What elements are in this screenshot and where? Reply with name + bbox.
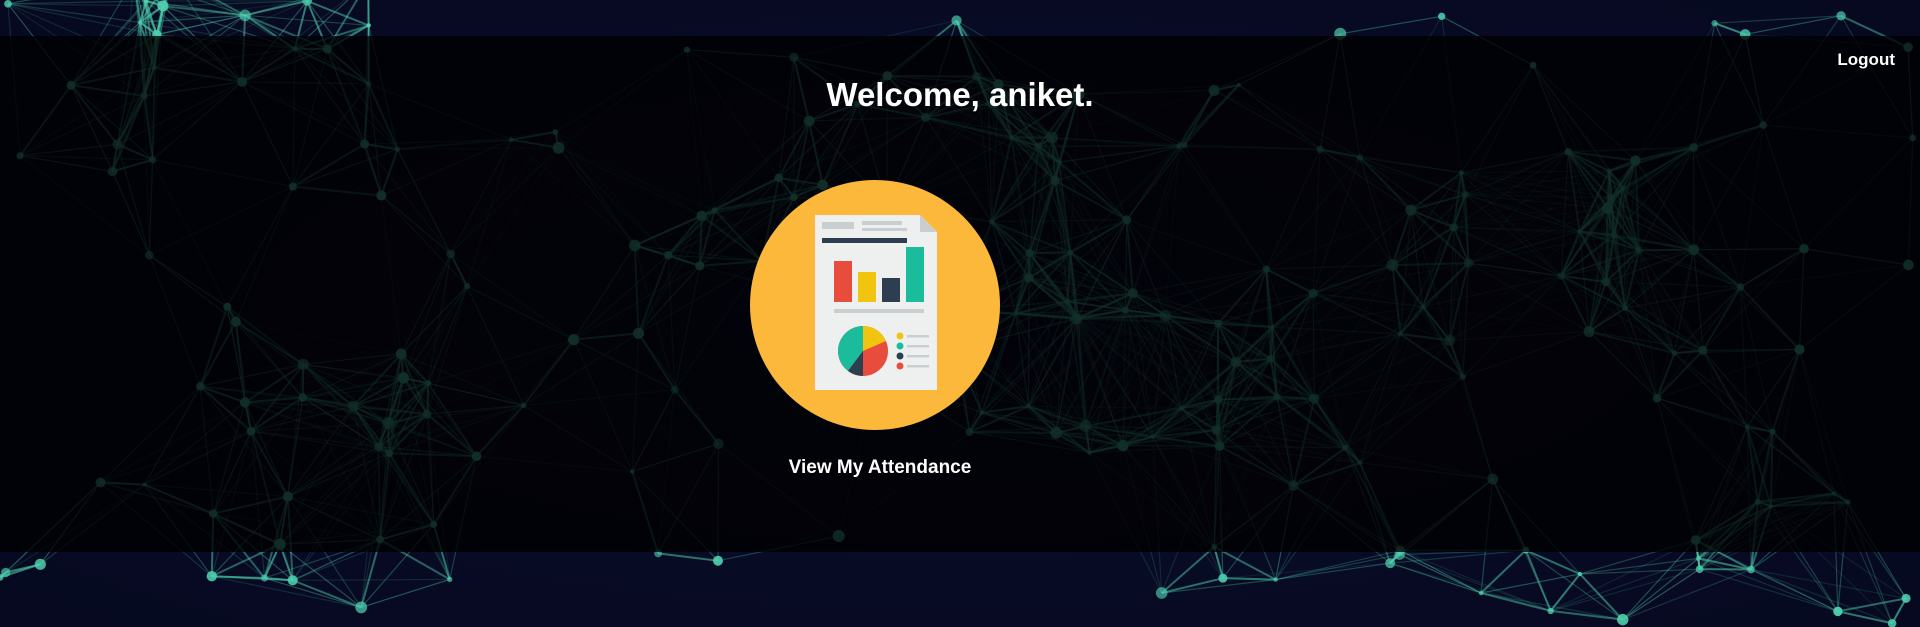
- page: Logout Welcome, aniket. View My Attendan…: [0, 0, 1920, 627]
- report-chart-icon[interactable]: [750, 180, 1000, 430]
- logout-link[interactable]: Logout: [1837, 50, 1895, 70]
- view-attendance-label[interactable]: View My Attendance: [740, 457, 1020, 479]
- view-attendance-card[interactable]: View My Attendance: [750, 180, 1000, 490]
- welcome-heading: Welcome, aniket.: [826, 76, 1094, 113]
